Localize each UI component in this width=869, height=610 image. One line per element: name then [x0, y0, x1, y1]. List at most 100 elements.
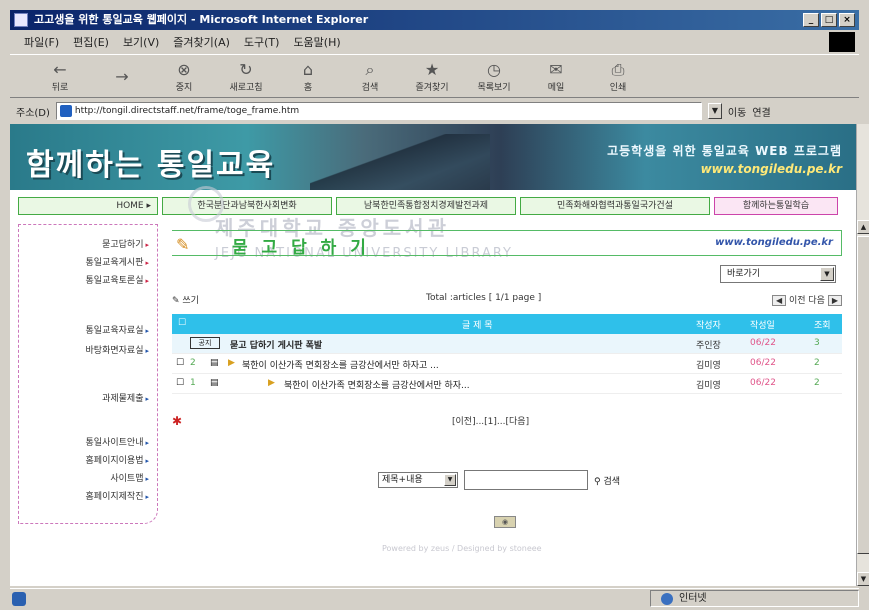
document-icon: ▤ — [210, 378, 219, 388]
search-input[interactable] — [464, 470, 588, 490]
leftmenu-credits[interactable]: 홈페이지제작진 ▸ — [86, 489, 149, 502]
checkbox-all-icon[interactable]: ☐ — [178, 318, 186, 328]
page-icon — [59, 105, 72, 117]
prev-icon: ◀ — [771, 295, 787, 306]
quick-move-select[interactable]: 바로가기 ▼ — [720, 265, 836, 283]
menu-help[interactable]: 도움말(H) — [293, 34, 340, 50]
small-image-button[interactable]: ◉ — [494, 516, 516, 528]
favorites-button[interactable]: ★ 즐겨찾기 — [412, 60, 452, 93]
reply-icon: ▶ — [228, 358, 235, 368]
next-icon: ▶ — [827, 295, 842, 306]
leftmenu-materials[interactable]: 통일교육자료실 ▸ — [86, 323, 149, 336]
history-icon: ◷ — [487, 60, 501, 79]
nav-home[interactable]: HOME ▸ — [18, 197, 158, 215]
address-bar: 주소(D) http://tongil.directstaff.net/fram… — [10, 100, 859, 122]
banner-mountain-image — [310, 134, 490, 190]
column-date: 작성일 — [750, 321, 775, 331]
history-button[interactable]: ◷ 목록보기 — [474, 60, 514, 93]
site-banner: 함께하는 통일교육 고등학생을 위한 통일교육 WEB 프로그램 www.ton… — [10, 124, 856, 190]
leftmenu-howto[interactable]: 홈페이지이용법 ▸ — [86, 453, 149, 466]
chevron-down-icon: ▼ — [820, 267, 834, 281]
arrow-icon: ▸ — [145, 395, 149, 403]
document-icon: ▤ — [210, 358, 219, 368]
row-author: 김미영 — [696, 381, 721, 391]
board-heading: ✎ 묻 고 답 하 기 www.tongiledu.pe.kr — [172, 230, 842, 258]
menu-file[interactable]: 파일(F) — [24, 34, 59, 50]
print-button[interactable]: ⎙ 인쇄 — [598, 60, 638, 93]
pencil-icon: ✎ — [176, 235, 190, 254]
refresh-button[interactable]: ↻ 새로고침 — [226, 60, 266, 93]
scroll-down-icon[interactable]: ▼ — [857, 572, 869, 586]
leftmenu-debate[interactable]: 통일교육토론실 ▸ — [86, 273, 149, 286]
board-url: www.tongiledu.pe.kr — [715, 237, 833, 248]
table-row[interactable]: ☐ 2 ▤ ▶ 북한이 이산가족 면회장소를 금강산에서만 하자고 ... 김미… — [172, 354, 842, 374]
toolbar: ← 뒤로 → ⊗ 중지 ↻ 새로고침 ⌂ 홈 ⌕ 검색 ★ 즐겨찾기 ◷ 목록보기 ✉ 메일 ⎙… — [10, 54, 859, 98]
go-button[interactable]: 이동 — [728, 104, 746, 119]
maximize-button[interactable]: □ — [821, 13, 837, 27]
leftmenu-qna[interactable]: 묻고답하기 ▸ — [102, 237, 149, 250]
notice-row[interactable]: 공지 묻고 답하기 게시판 폭발 주인장 06/22 3 — [172, 334, 842, 354]
notice-views: 3 — [814, 338, 820, 348]
row-checkbox[interactable]: ☐ — [176, 358, 184, 368]
notice-title[interactable]: 묻고 답하기 게시판 폭발 — [230, 338, 322, 351]
notice-date: 06/22 — [750, 338, 776, 348]
home-button[interactable]: ⌂ 홈 — [288, 60, 328, 93]
table-row[interactable]: ☐ 1 ▤ ▶ 북한이 이산가족 면회장소를 금강산에서만 하자... 김미영 … — [172, 374, 842, 394]
stop-button[interactable]: ⊗ 중지 — [164, 60, 204, 93]
menu-favorites[interactable]: 즐겨찾기(A) — [173, 34, 230, 50]
row-title[interactable]: 북한이 이산가족 면회장소를 금강산에서만 하자... — [284, 378, 470, 391]
search-button[interactable]: ⌕ 검색 — [350, 60, 390, 93]
address-dropdown-button[interactable]: ▼ — [707, 103, 722, 119]
arrow-icon: ▸ — [145, 241, 149, 249]
scroll-up-icon[interactable]: ▲ — [857, 220, 869, 234]
column-author: 작성자 — [696, 321, 721, 331]
print-icon: ⎙ — [611, 59, 625, 79]
back-button[interactable]: ← 뒤로 — [40, 60, 80, 93]
close-button[interactable]: × — [839, 13, 855, 27]
forward-icon: → — [115, 66, 129, 86]
row-title[interactable]: 북한이 이산가족 면회장소를 금강산에서만 하자고 ... — [242, 358, 439, 371]
security-zone: 인터넷 — [650, 590, 859, 607]
window-title: 고고생을 위한 통일교육 웹페이지 - Microsoft Internet E… — [34, 13, 369, 26]
nav-tab-reconciliation[interactable]: 민족화해와협력과통일국가건설 — [520, 197, 710, 215]
mail-icon: ✉ — [549, 60, 563, 79]
site-subtitle: 고등학생을 위한 통일교육 WEB 프로그램 — [607, 144, 842, 158]
stop-icon: ⊗ — [177, 60, 191, 79]
menu-edit[interactable]: 편집(E) — [73, 34, 109, 50]
nav-tab-learning[interactable]: 함께하는통일학습 — [714, 197, 838, 215]
vertical-scrollbar[interactable]: ▲ ▼ — [856, 124, 869, 586]
forward-button[interactable]: → — [102, 66, 142, 86]
search-button[interactable]: ⚲ 검색 — [594, 474, 620, 487]
powered-by: Powered by zeus / Designed by stoneee — [382, 544, 542, 553]
page-links[interactable]: [이전]...[1]...[다음] — [452, 414, 529, 427]
menu-view[interactable]: 보기(V) — [123, 34, 159, 50]
left-menu: 묻고답하기 ▸ 통일교육게시판 ▸ 통일교육토론실 ▸ 통일교육자료실 ▸ 바탕화면자료… — [18, 224, 158, 524]
arrow-icon: ▸ — [145, 457, 149, 465]
minimize-button[interactable]: _ — [803, 13, 819, 27]
row-views: 2 — [814, 358, 820, 368]
window-controls: _ □ × — [803, 13, 855, 27]
article-total: Total :articles [ 1/1 page ] — [426, 293, 542, 303]
menu-tools[interactable]: 도구(T) — [244, 34, 280, 50]
windows-logo — [829, 32, 855, 52]
search-field-select[interactable]: 제목+내용 ▼ — [378, 472, 458, 488]
arrow-icon: ▸ — [145, 439, 149, 447]
leftmenu-board[interactable]: 통일교육게시판 ▸ — [86, 255, 149, 268]
mail-button[interactable]: ✉ 메일 — [536, 60, 576, 93]
address-input[interactable]: http://tongil.directstaff.net/frame/toge… — [55, 102, 702, 120]
links-button[interactable]: 연결 — [752, 104, 770, 119]
site-title: 함께하는 통일교육 — [26, 148, 276, 183]
write-button[interactable]: ✎ 쓰기 — [172, 293, 199, 306]
leftmenu-sites[interactable]: 통일사이트안내 ▸ — [86, 435, 149, 448]
leftmenu-wallpapers[interactable]: 바탕화면자료실 ▸ — [86, 343, 149, 356]
home-icon: ⌂ — [302, 60, 314, 79]
window-titlebar: 고고생을 위한 통일교육 웹페이지 - Microsoft Internet E… — [10, 10, 859, 30]
address-label: 주소(D) — [16, 107, 50, 119]
pagination: ✱ [이전]...[1]...[다음] — [172, 414, 842, 428]
column-title: 글 제 목 — [462, 321, 493, 331]
row-checkbox[interactable]: ☐ — [176, 378, 184, 388]
leftmenu-sitemap[interactable]: 사이트맵 ▸ — [110, 471, 149, 484]
leftmenu-assignments[interactable]: 과제물제출 ▸ — [102, 391, 149, 404]
scroll-thumb[interactable] — [857, 236, 869, 554]
prev-next-links[interactable]: ◀ 이전 다음 ▶ — [771, 293, 842, 306]
